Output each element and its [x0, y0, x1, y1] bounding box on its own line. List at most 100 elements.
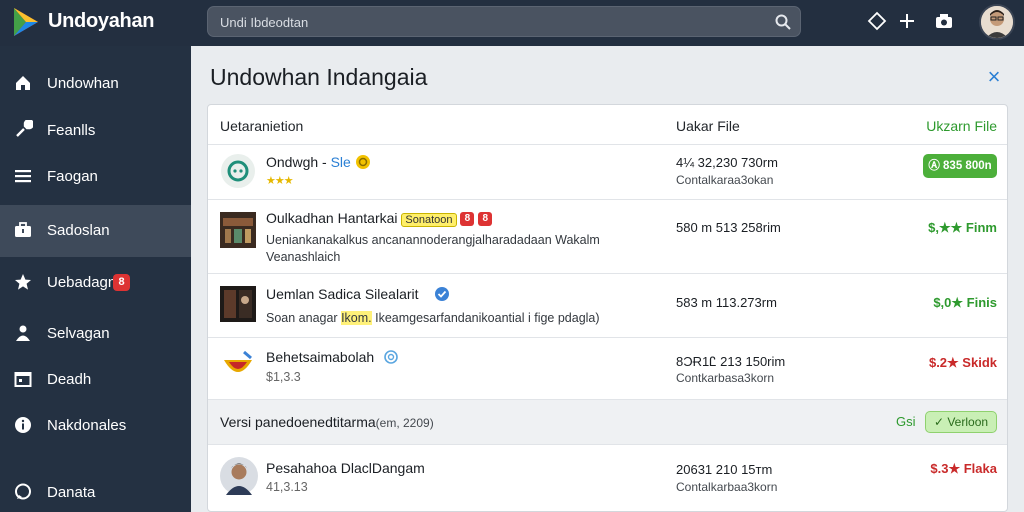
row-title: Uemlan Sadica Silealarit — [266, 286, 450, 302]
briefcase-icon — [15, 222, 31, 237]
search-bar[interactable] — [207, 6, 801, 37]
row-title: Ondwgh - Sle — [266, 154, 371, 170]
spiral-icon — [384, 350, 398, 364]
file-meta: Contalkaraa3okan — [676, 173, 774, 187]
app-thumbnail-icon — [220, 286, 256, 322]
notification-badge: 8 — [113, 274, 130, 291]
diamond-icon[interactable] — [867, 11, 887, 31]
file-size: 583 m 113.273rm — [676, 295, 777, 310]
row-title-text: Behetsaimabolah — [266, 349, 375, 365]
version-gear[interactable]: Gsi — [896, 414, 916, 429]
version-label-text: Versi panedoenedtitarma — [220, 414, 376, 430]
sidebar-item-faogan[interactable]: Faogan — [0, 151, 191, 203]
top-bar: Undoyahan — [0, 0, 1024, 46]
user-avatar[interactable] — [979, 4, 1015, 40]
row-title-extra: Sle — [330, 154, 351, 170]
info-icon — [15, 417, 31, 433]
sidebar-item-undowhan[interactable]: Undowhan — [0, 58, 191, 110]
version-row: Versi panedoenedtitarma(em, 2209) Gsi ✓ … — [208, 400, 1007, 445]
action-link[interactable]: $.2★ Skidk — [929, 355, 997, 371]
row-description: Ueniankanakalkus ancanannoderangjalharad… — [266, 233, 600, 247]
row-title: Pesahahoa DlaclDangam — [266, 460, 425, 476]
row-title-text: Uemlan Sadica Silealarit — [266, 286, 419, 302]
sidebar-item-label: Selvagan — [47, 325, 110, 342]
row-description: 41,3.13 — [266, 480, 308, 494]
sidebar-item-selvagan[interactable]: Selvagan — [0, 308, 191, 360]
search-icon[interactable] — [774, 13, 792, 31]
chat-icon — [15, 483, 31, 500]
sidebar: Undowhan Feanlls Faogan Sadoslan Uebadag… — [0, 46, 191, 512]
column-header-name[interactable]: Uetaranietion — [220, 118, 303, 134]
plus-icon[interactable] — [897, 11, 917, 31]
version-button[interactable]: ✓ Verloon — [925, 411, 997, 433]
person-icon — [16, 325, 30, 341]
table-header: Uetaranietion Uakar File Ukzarn File — [208, 105, 1007, 145]
row-description: $1,3.3 — [266, 370, 301, 384]
action-link[interactable]: $,0★ Finis — [933, 295, 997, 311]
app-thumbnail-icon — [221, 154, 255, 188]
table-row[interactable]: Behetsaimabolah $1,3.3 8ƆɌ1Ꮭ 213 150rim … — [208, 338, 1007, 400]
file-meta: Contkarbasa3korn — [676, 371, 775, 385]
sidebar-item-label: Uebadagn — [47, 274, 117, 291]
results-panel: Uetaranietion Uakar File Ukzarn File Ond… — [207, 104, 1008, 512]
alert-badge: 8 — [478, 212, 493, 227]
sidebar-item-sadoslan[interactable]: Sadoslan — [0, 205, 191, 257]
column-header-file[interactable]: Uakar File — [676, 118, 740, 134]
category-tag: Sonatoon — [401, 213, 457, 227]
camera-icon[interactable] — [934, 11, 954, 31]
sidebar-item-deadh[interactable]: Deadh — [0, 354, 191, 406]
wrench-icon — [16, 120, 33, 137]
column-header-action[interactable]: Ukzarn File — [926, 118, 997, 134]
sidebar-item-label: Nakdonales — [47, 417, 127, 434]
file-meta: Contalkarbaa3korn — [676, 480, 778, 494]
list-icon — [15, 170, 31, 183]
sidebar-item-label: Undowhan — [47, 75, 119, 92]
row-title-text: Ondwgh - — [266, 154, 331, 170]
person-avatar-icon — [220, 457, 258, 495]
table-row[interactable]: Uemlan Sadica Silealarit Soan anagar Iko… — [208, 274, 1007, 338]
sidebar-item-label: Faogan — [47, 168, 98, 185]
sidebar-item-danata[interactable]: Danata — [0, 467, 191, 512]
version-label-small: (em, 2209) — [375, 416, 434, 430]
table-row[interactable]: Ondwgh - Sle ★★★ 4¼ 32,230 730rm Contalk… — [208, 145, 1007, 200]
sidebar-item-nakdonales[interactable]: Nakdonales — [0, 400, 191, 452]
action-link[interactable]: $.3★ Flaka — [930, 461, 997, 477]
page-title: Undowhan Indangaia — [210, 64, 428, 90]
sidebar-item-label: Sadoslan — [47, 222, 110, 239]
row-description: Veanashlaich — [266, 250, 341, 264]
row-description-text: Soan anagar — [266, 311, 342, 325]
app-thumbnail-icon — [220, 212, 256, 248]
file-size: 4¼ 32,230 730rm — [676, 155, 778, 170]
row-title-text: Oulkadhan Hantarkai — [266, 210, 398, 226]
file-size: 580 m 513 258rim — [676, 220, 781, 235]
app-title: Undoyahan — [48, 10, 155, 32]
sidebar-item-uebadagn[interactable]: Uebadagn 8 — [0, 257, 191, 309]
row-description-highlight: Ikom. — [341, 311, 372, 325]
table-row[interactable]: Pesahahoa DlaclDangam 41,3.13 20631 210 … — [208, 445, 1007, 511]
sidebar-item-feanlls[interactable]: Feanlls — [0, 105, 191, 157]
star-icon — [15, 274, 31, 290]
app-logo-icon[interactable] — [12, 6, 40, 38]
file-size: 8ƆɌ1Ꮭ 213 150rim — [676, 354, 786, 369]
row-description: Soan anagar Ikom. Ikeamgesarfandanikoant… — [266, 311, 600, 325]
verified-check-icon — [435, 287, 450, 301]
home-icon — [16, 76, 30, 90]
action-link[interactable]: $,★★ Finm — [928, 220, 997, 236]
calendar-icon — [14, 372, 32, 387]
search-input[interactable] — [220, 12, 760, 32]
alert-badge: 8 — [460, 212, 475, 227]
sidebar-item-label: Danata — [47, 484, 96, 501]
table-row[interactable]: Oulkadhan Hantarkai Sonatoon 8 8 Ueniank… — [208, 200, 1007, 274]
version-label: Versi panedoenedtitarma(em, 2209) — [220, 414, 434, 430]
row-title: Oulkadhan Hantarkai Sonatoon 8 8 — [266, 210, 493, 227]
coin-icon — [355, 155, 370, 169]
app-thumbnail-icon — [224, 350, 252, 372]
rating-stars: ★★★ — [266, 175, 294, 187]
download-button[interactable]: Ⓐ 835 800n — [923, 154, 997, 178]
file-size: 20631 210 15ᴛm — [676, 462, 773, 477]
close-icon[interactable]: × — [985, 66, 1003, 88]
sidebar-item-label: Feanlls — [47, 122, 96, 139]
sidebar-item-label: Deadh — [47, 371, 92, 388]
row-title: Behetsaimabolah — [266, 349, 398, 365]
avatar-face-icon — [981, 6, 1013, 38]
